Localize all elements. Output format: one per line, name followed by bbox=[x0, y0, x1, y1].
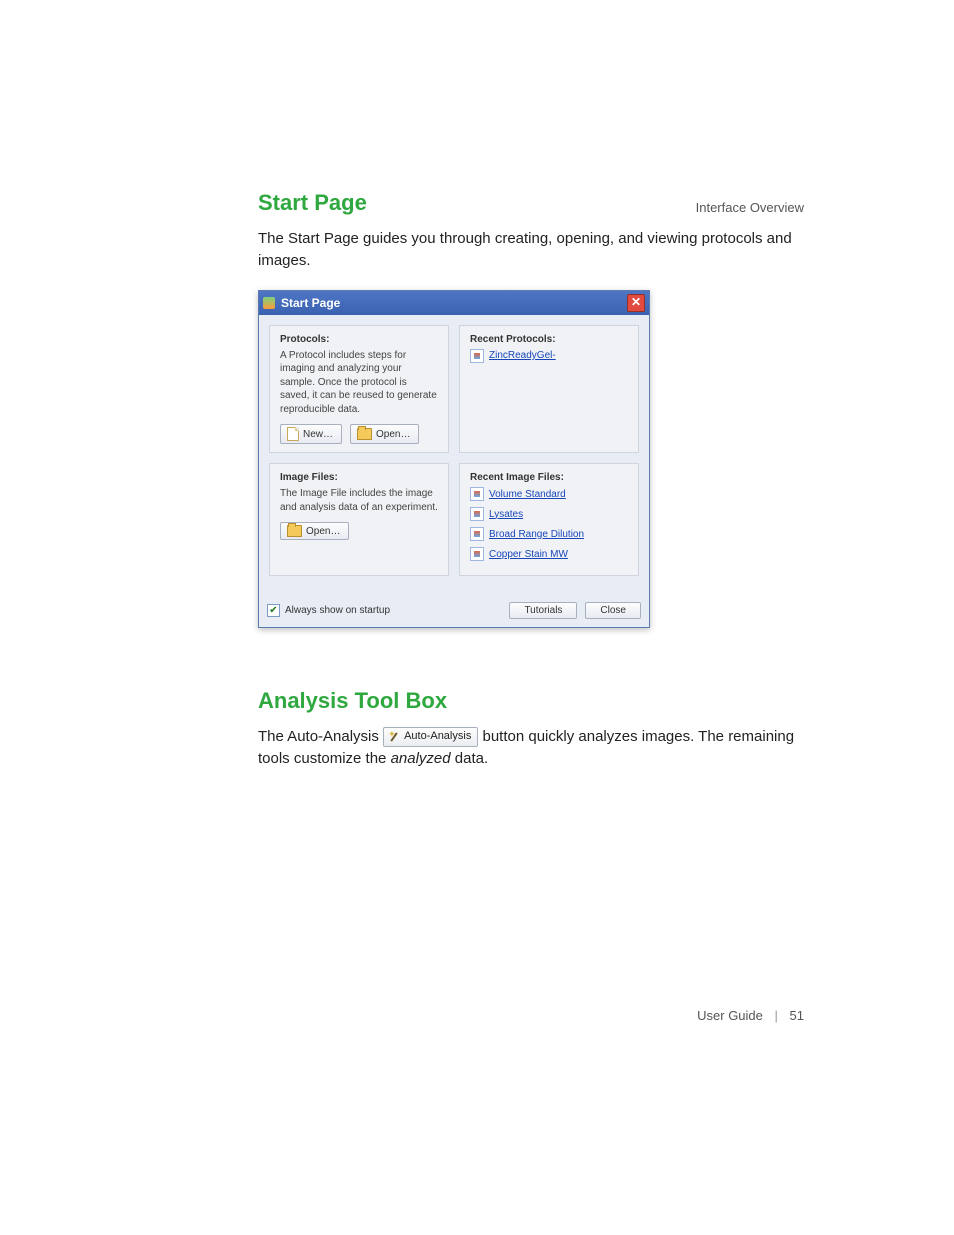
image-files-title: Image Files: bbox=[280, 472, 438, 483]
protocols-title: Protocols: bbox=[280, 334, 438, 345]
footer-separator: | bbox=[775, 1008, 778, 1023]
dialog-titlebar: Start Page ✕ bbox=[259, 291, 649, 315]
tutorials-button[interactable]: Tutorials bbox=[509, 602, 577, 619]
dialog-footer: ✔ Always show on startup Tutorials Close bbox=[259, 596, 649, 627]
image-files-panel: Image Files: The Image File includes the… bbox=[269, 463, 449, 576]
start-page-dialog: Start Page ✕ Protocols: A Protocol inclu… bbox=[258, 290, 650, 629]
open-protocol-button[interactable]: Open… bbox=[350, 424, 419, 444]
always-show-startup-checkbox[interactable]: ✔ Always show on startup bbox=[267, 604, 390, 617]
footer-page-number: 51 bbox=[790, 1008, 804, 1023]
protocols-desc: A Protocol includes steps for imaging an… bbox=[280, 349, 438, 417]
protocols-panel: Protocols: A Protocol includes steps for… bbox=[269, 325, 449, 454]
checkbox-icon: ✔ bbox=[267, 604, 280, 617]
image-files-desc: The Image File includes the image and an… bbox=[280, 487, 438, 514]
recent-image-item[interactable]: Volume Standard bbox=[470, 487, 628, 501]
analysis-paragraph: The Auto-Analysis Auto-Analysis button q… bbox=[258, 726, 818, 770]
recent-image-item[interactable]: Lysates bbox=[470, 507, 628, 521]
image-file-icon bbox=[470, 527, 484, 541]
analyzed-italic: analyzed bbox=[391, 750, 451, 767]
recent-image-item[interactable]: Copper Stain MW bbox=[470, 547, 628, 561]
recent-image-item[interactable]: Broad Range Dilution bbox=[470, 527, 628, 541]
page-footer: User Guide | 51 bbox=[697, 1008, 804, 1023]
heading-start-page: Start Page bbox=[258, 190, 818, 216]
folder-icon bbox=[357, 428, 372, 440]
new-protocol-button[interactable]: New… bbox=[280, 424, 342, 444]
document-icon bbox=[287, 427, 299, 441]
recent-protocols-panel: Recent Protocols: ZincReadyGel- bbox=[459, 325, 639, 454]
app-icon bbox=[263, 297, 275, 309]
wand-icon bbox=[388, 731, 400, 743]
recent-image-link[interactable]: Lysates bbox=[489, 509, 523, 520]
recent-image-link[interactable]: Volume Standard bbox=[489, 489, 566, 500]
folder-icon bbox=[287, 525, 302, 537]
recent-protocol-link[interactable]: ZincReadyGel- bbox=[489, 350, 556, 361]
image-file-icon bbox=[470, 547, 484, 561]
analysis-text-after2: data. bbox=[451, 750, 489, 767]
analysis-text-before: The Auto-Analysis bbox=[258, 728, 383, 745]
always-show-label: Always show on startup bbox=[285, 605, 390, 616]
recent-protocol-item[interactable]: ZincReadyGel- bbox=[470, 349, 628, 363]
recent-protocols-title: Recent Protocols: bbox=[470, 334, 628, 345]
open-image-label: Open… bbox=[306, 526, 340, 537]
tutorials-label: Tutorials bbox=[524, 605, 562, 616]
start-page-intro: The Start Page guides you through creati… bbox=[258, 228, 818, 272]
image-file-icon bbox=[470, 507, 484, 521]
heading-analysis-tool-box: Analysis Tool Box bbox=[258, 688, 818, 714]
recent-image-link[interactable]: Broad Range Dilution bbox=[489, 529, 584, 540]
auto-analysis-button[interactable]: Auto-Analysis bbox=[383, 727, 478, 747]
auto-analysis-label: Auto-Analysis bbox=[404, 729, 471, 745]
recent-image-link[interactable]: Copper Stain MW bbox=[489, 549, 568, 560]
close-icon[interactable]: ✕ bbox=[627, 294, 645, 312]
new-protocol-label: New… bbox=[303, 429, 333, 440]
open-image-button[interactable]: Open… bbox=[280, 522, 349, 540]
close-button[interactable]: Close bbox=[585, 602, 641, 619]
open-protocol-label: Open… bbox=[376, 429, 410, 440]
recent-image-files-title: Recent Image Files: bbox=[470, 472, 628, 483]
image-file-icon bbox=[470, 487, 484, 501]
recent-image-files-panel: Recent Image Files: Volume Standard Lysa… bbox=[459, 463, 639, 576]
dialog-title: Start Page bbox=[281, 296, 340, 310]
protocol-file-icon bbox=[470, 349, 484, 363]
close-label: Close bbox=[600, 605, 626, 616]
footer-guide-label: User Guide bbox=[697, 1008, 763, 1023]
